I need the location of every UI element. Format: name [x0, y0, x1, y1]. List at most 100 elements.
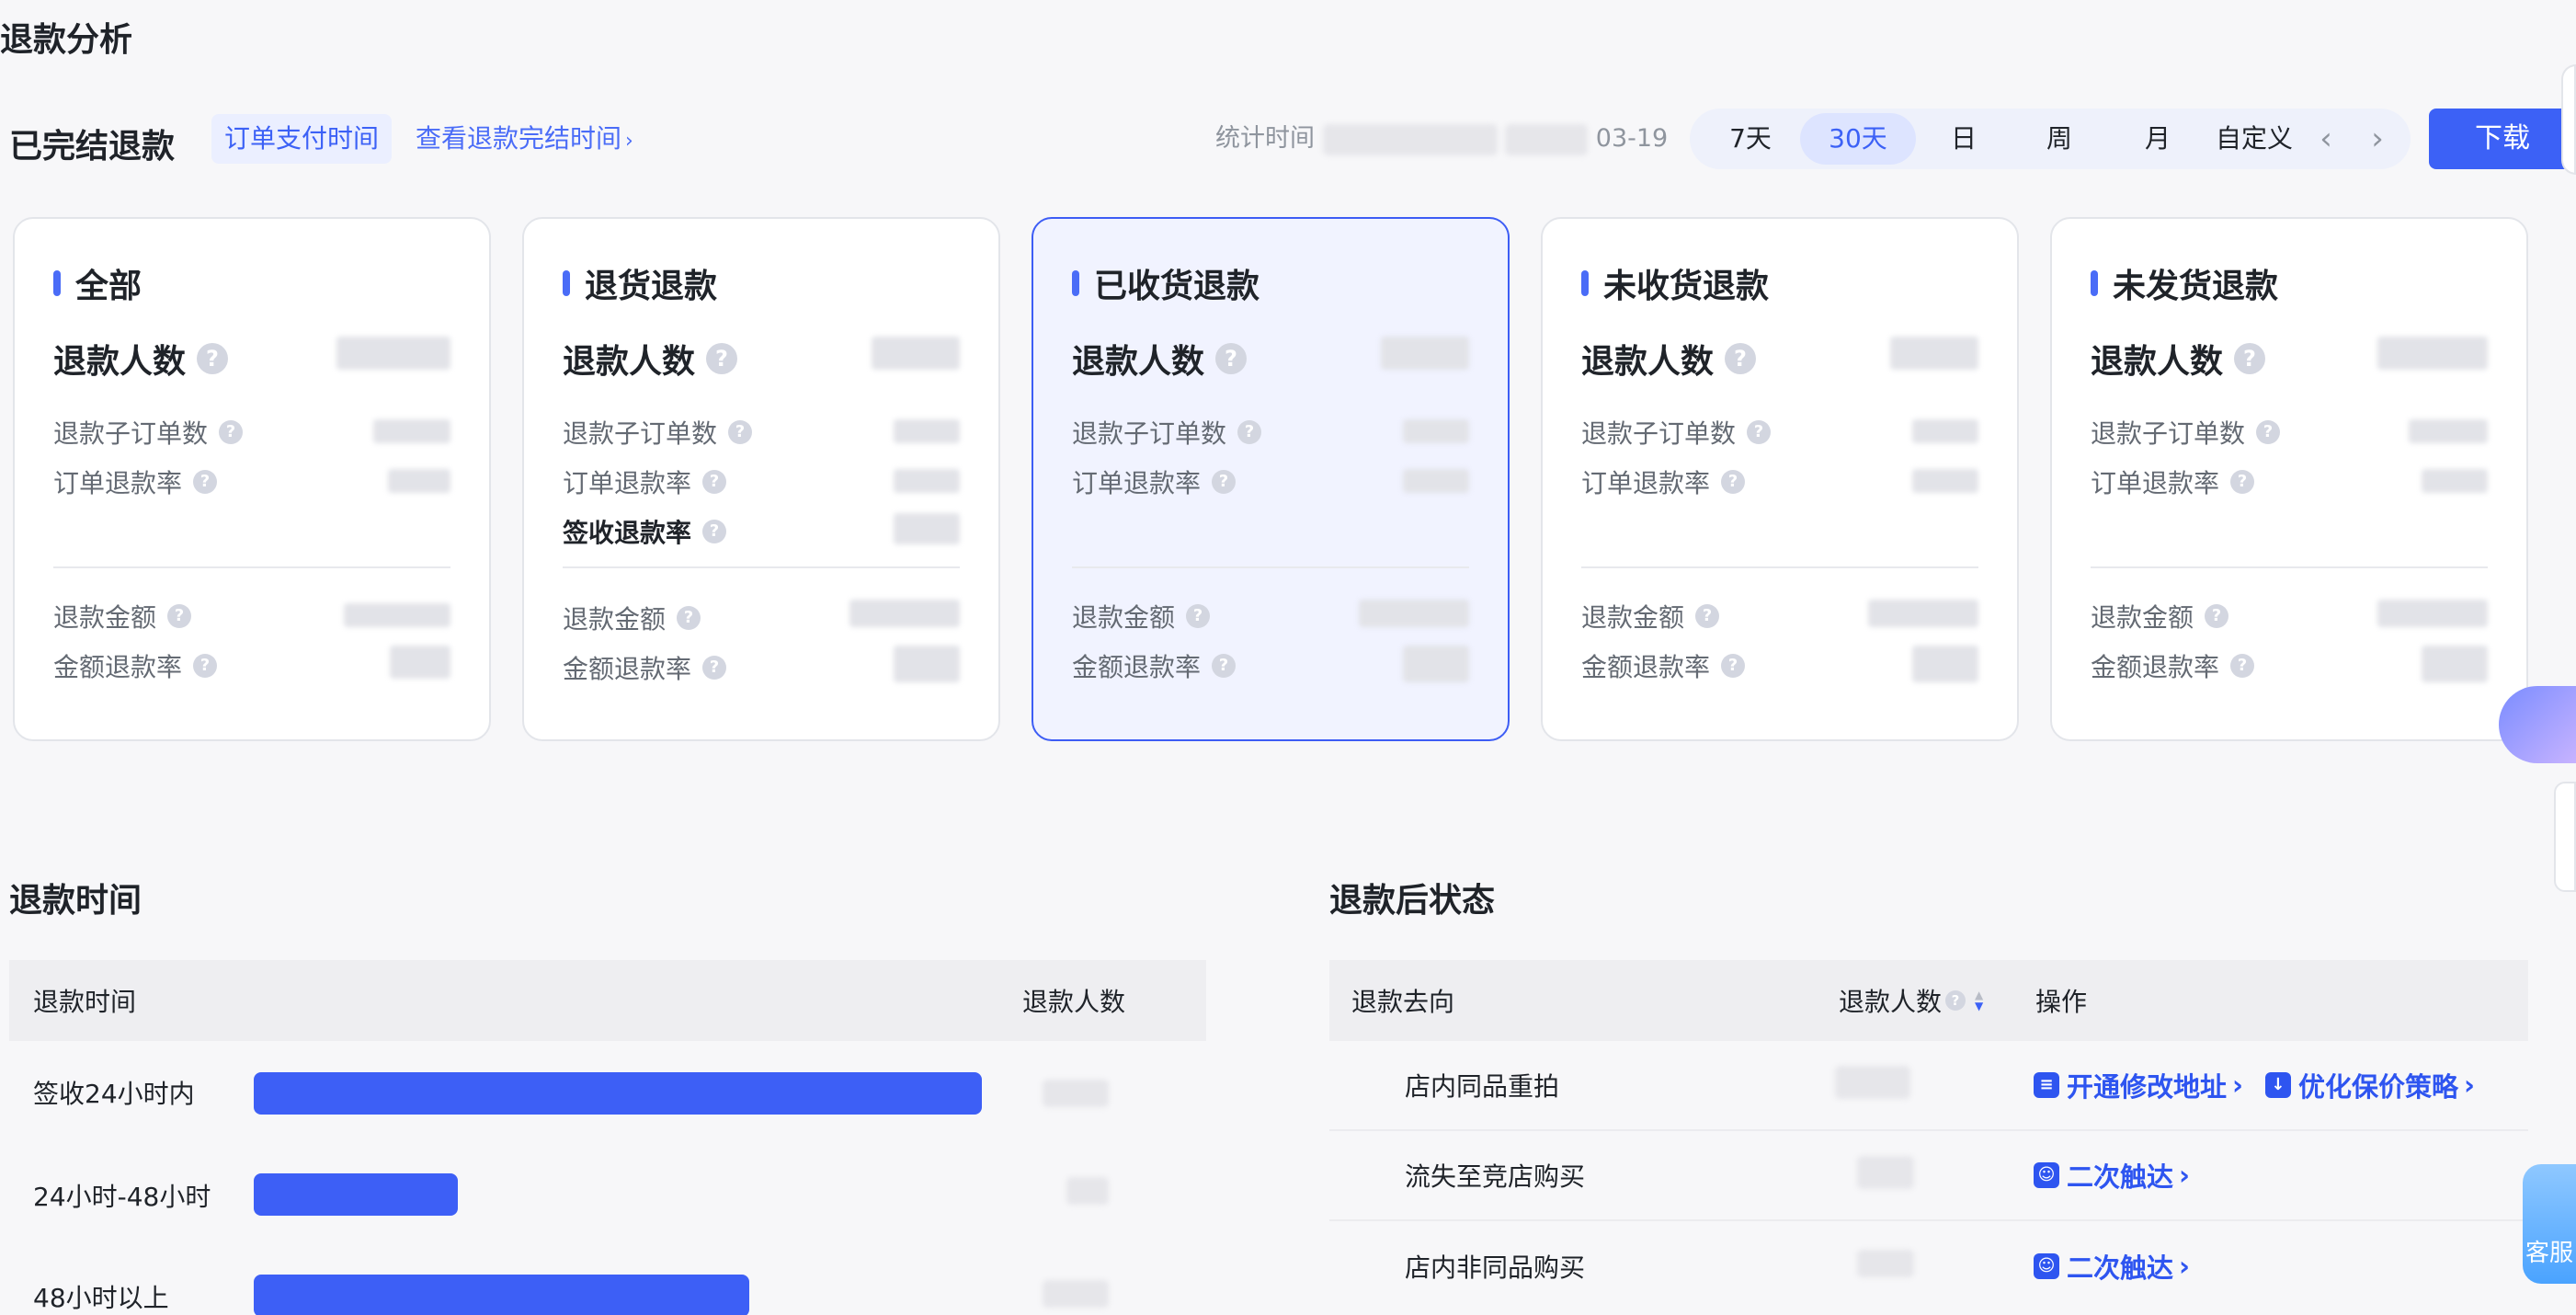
help-icon[interactable]: ? — [1695, 604, 1720, 628]
time-row-label: 24小时-48小时 — [33, 1182, 211, 1212]
metric-order-refund-rate: 订单退款率? — [563, 463, 727, 500]
price-shield-icon: ↓ — [2264, 1072, 2291, 1098]
metric-value-redacted — [1912, 646, 1978, 682]
help-icon[interactable]: ? — [193, 654, 218, 678]
card-title-text: 未收货退款 — [1603, 268, 1770, 305]
metric-label: 退款人数 — [53, 343, 187, 381]
action-second-reach[interactable]: ☺ 二次触达 › — [2034, 1247, 2190, 1286]
range-30d[interactable]: 30天 — [1800, 113, 1916, 165]
range-week[interactable]: 周 — [2012, 113, 2107, 165]
help-icon[interactable]: ? — [728, 420, 753, 444]
metric-value-redacted — [1403, 646, 1469, 682]
help-icon[interactable]: ? — [2230, 470, 2255, 494]
help-icon[interactable]: ? — [219, 420, 244, 444]
metric-label: 退款金额 — [563, 604, 667, 635]
col-count-sortable[interactable]: 退款人数 ? ▲ ▼ — [1839, 982, 2035, 1019]
customer-service-button[interactable]: 客服 — [2523, 1164, 2576, 1284]
status-count — [1835, 1155, 1982, 1195]
sort-icon[interactable]: ▲ ▼ — [1975, 989, 1983, 1012]
help-icon[interactable]: ? — [702, 470, 727, 494]
status-label: 店内非同品购买 — [1405, 1252, 1586, 1283]
metric-value-redacted — [894, 469, 960, 493]
help-icon[interactable]: ? — [2205, 604, 2229, 628]
card-not-received-refund[interactable]: 未收货退款 退款人数? 退款子订单数? 订单退款率? 退款金额? 金额退款率? — [1541, 217, 2019, 741]
help-icon[interactable]: ? — [702, 520, 727, 543]
help-icon[interactable]: ? — [1721, 470, 1746, 494]
help-icon[interactable]: ? — [167, 604, 192, 628]
help-icon[interactable]: ? — [2234, 343, 2266, 374]
metric-value-redacted — [344, 603, 450, 627]
help-icon[interactable]: ? — [1237, 420, 1262, 444]
after-status-table-head: 退款去向 退款人数 ? ▲ ▼ 操作 — [1329, 960, 2528, 1041]
help-icon[interactable]: ? — [193, 470, 218, 494]
metric-amount-refund-rate: 金额退款率? — [53, 647, 218, 684]
chevron-right-icon[interactable]: › — [2352, 113, 2403, 165]
help-icon[interactable]: ? — [1186, 604, 1211, 628]
action-optimize-price-protection[interactable]: ↓ 优化保价策略 › — [2264, 1066, 2475, 1104]
help-icon[interactable]: ? — [1212, 470, 1237, 494]
metric-value-redacted — [2422, 646, 2488, 682]
metric-refund-amount: 退款金额? — [1581, 598, 1720, 635]
metric-value-redacted — [1868, 600, 1978, 627]
help-icon[interactable]: ? — [1215, 343, 1248, 374]
status-label: 流失至竞店购买 — [1405, 1161, 1586, 1192]
card-not-shipped-refund[interactable]: 未发货退款 退款人数? 退款子订单数? 订单退款率? 退款金额? 金额退款率? — [2050, 217, 2528, 741]
metric-amount-refund-rate: 金额退款率? — [1072, 647, 1237, 684]
metric-label: 退款子订单数 — [53, 418, 209, 449]
metric-order-refund-rate: 订单退款率? — [2091, 463, 2255, 500]
help-icon[interactable]: ? — [1721, 654, 1746, 678]
metric-sub-orders: 退款子订单数? — [1581, 414, 1772, 451]
help-icon[interactable]: ? — [197, 343, 229, 374]
edit-address-icon: ≡ — [2034, 1072, 2059, 1098]
metric-amount-refund-rate: 金额退款率? — [2091, 647, 2255, 684]
count-redacted — [1066, 1177, 1109, 1205]
filter-pay-time[interactable]: 订单支付时间 — [211, 114, 393, 164]
action-second-reach[interactable]: ☺ 二次触达 › — [2034, 1156, 2190, 1195]
metric-sub-orders: 退款子订单数? — [2091, 414, 2281, 451]
card-return-refund[interactable]: 退货退款 退款人数? 退款子订单数? 订单退款率? 签收退款率? 退款金额? 金… — [522, 217, 1000, 741]
range-7d[interactable]: 7天 — [1701, 113, 1800, 165]
col-refund-time: 退款时间 — [33, 987, 137, 1017]
action-label: 优化保价策略 — [2297, 1071, 2458, 1103]
chevron-right-icon: › — [2179, 1251, 2190, 1282]
help-icon[interactable]: ? — [1945, 990, 1966, 1011]
card-title: 未发货退款 — [2091, 259, 2278, 307]
range-custom[interactable]: 自定义 — [2208, 113, 2300, 165]
help-icon[interactable]: ? — [1212, 654, 1237, 678]
range-month[interactable]: 月 — [2107, 113, 2208, 165]
feedback-tab[interactable] — [2554, 782, 2576, 892]
help-icon[interactable]: ? — [1725, 343, 1757, 374]
metric-value-redacted — [894, 419, 960, 443]
metric-signed-refund-rate: 签收退款率? — [563, 513, 727, 550]
metric-refund-amount: 退款金额? — [2091, 598, 2229, 635]
range-day[interactable]: 日 — [1916, 113, 2012, 165]
help-icon[interactable]: ? — [2230, 654, 2255, 678]
card-received-refund[interactable]: 已收货退款 退款人数? 退款子订单数? 订单退款率? 退款金额? 金额退款率? — [1032, 217, 1510, 741]
card-all[interactable]: 全部 退款人数? 退款子订单数? 订单退款率? 退款金额? 金额退款率? — [13, 217, 491, 741]
card-title-text: 未发货退款 — [2113, 268, 2279, 305]
help-icon[interactable]: ? — [677, 606, 701, 630]
card-title-text: 退货退款 — [585, 268, 718, 305]
count-redacted — [1857, 1155, 1914, 1189]
side-toolbar-edge[interactable] — [2561, 64, 2576, 175]
metric-label: 金额退款率 — [563, 654, 692, 684]
download-button[interactable]: 下载 — [2429, 109, 2576, 169]
help-icon[interactable]: ? — [2256, 420, 2281, 444]
action-enable-address-change[interactable]: ≡ 开通修改地址 › — [2034, 1066, 2243, 1104]
metric-value-redacted — [894, 513, 960, 544]
ai-assistant-icon[interactable] — [2499, 686, 2576, 763]
help-icon[interactable]: ? — [1747, 420, 1772, 444]
count-redacted — [1857, 1249, 1914, 1277]
chevron-right-icon: › — [2232, 1069, 2243, 1101]
chevron-left-icon[interactable]: ‹ — [2300, 113, 2352, 165]
metric-label: 退款金额 — [1072, 602, 1176, 633]
help-icon[interactable]: ? — [702, 656, 727, 680]
card-title: 未收货退款 — [1581, 259, 1769, 307]
metric-value-redacted — [1403, 469, 1469, 493]
metric-label: 签收退款率 — [563, 518, 692, 548]
status-label: 店内同品重拍 — [1405, 1071, 1560, 1102]
date-range-selector: 7天 30天 日 周 月 自定义 ‹ › — [1690, 109, 2411, 169]
title-bar — [563, 270, 570, 296]
view-finish-time-link[interactable]: 查看退款完结时间 › — [416, 114, 633, 166]
help-icon[interactable]: ? — [706, 343, 738, 374]
